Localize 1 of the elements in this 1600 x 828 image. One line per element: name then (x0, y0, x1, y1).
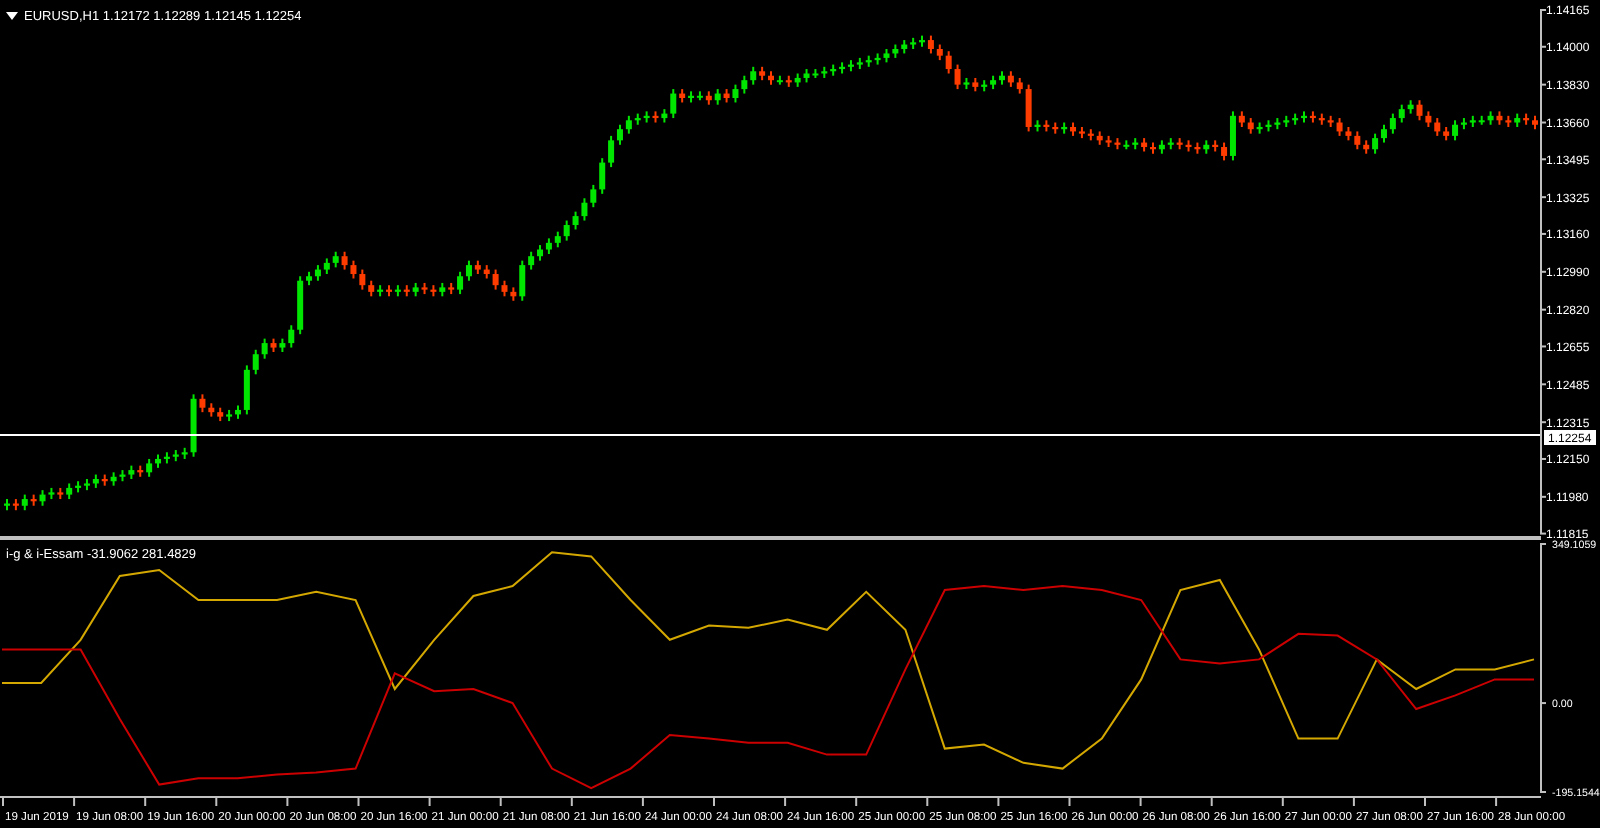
dropdown-triangle-icon[interactable] (6, 12, 18, 20)
